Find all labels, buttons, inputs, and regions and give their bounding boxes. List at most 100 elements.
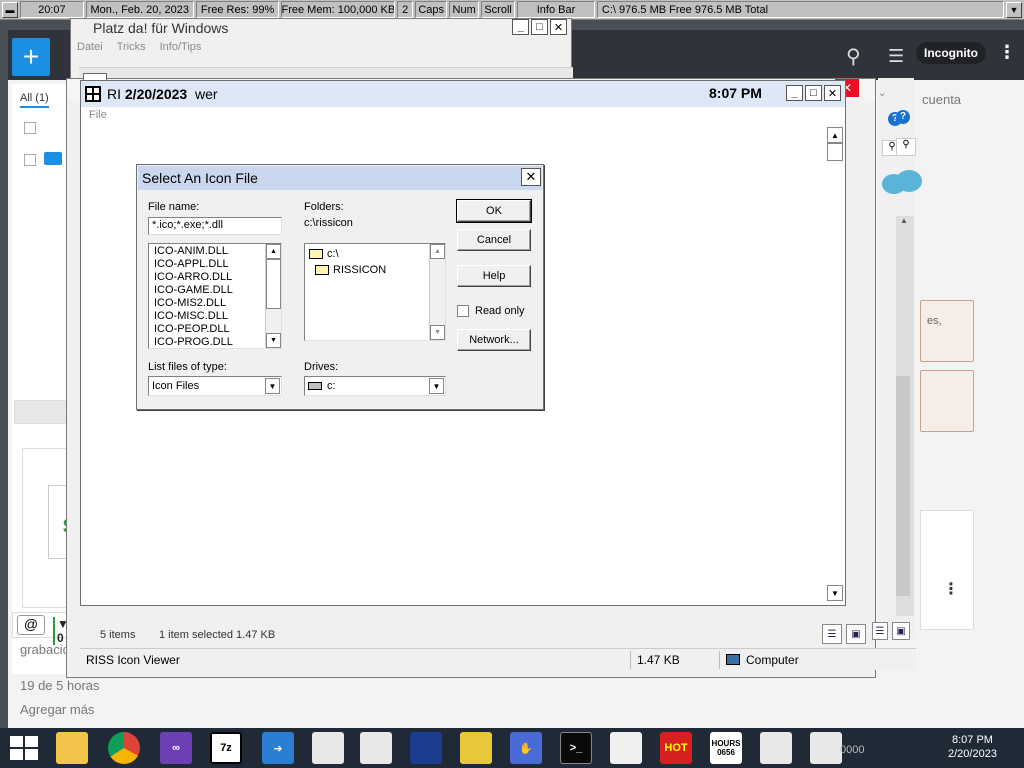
minimize-button[interactable]: _ [786, 85, 803, 101]
visual-studio-icon[interactable]: ∞ [160, 732, 192, 764]
list-item[interactable]: ICO-ANIM.DLL [149, 245, 281, 258]
info-bar-down-button[interactable]: ▼ [1006, 1, 1022, 18]
menu-icon[interactable]: ☰ [888, 46, 904, 67]
details-view-icon[interactable]: ☰ [822, 624, 842, 644]
floppy-app-icon[interactable] [460, 732, 492, 764]
menu-item-tricks[interactable]: Tricks [117, 41, 146, 53]
large-icons-view-icon[interactable]: ▣ [892, 622, 910, 640]
close-button[interactable]: ✕ [550, 19, 567, 35]
file-name-input[interactable]: *.ico;*.exe;*.dll [148, 217, 282, 235]
chevron-down-icon[interactable]: ▼ [265, 378, 280, 394]
status-location: Computer [720, 651, 910, 669]
search-icon[interactable]: ⚲ [896, 138, 916, 156]
tab-all[interactable]: All (1) [20, 92, 49, 108]
scroll-up-button[interactable]: ▲ [266, 244, 281, 259]
remote-desktop-icon[interactable]: ➜ [262, 732, 294, 764]
help-button[interactable]: Help [457, 265, 531, 287]
snail-icon[interactable]: @ [17, 615, 45, 635]
file-list-scrollbar[interactable]: ▲ ▼ [265, 244, 281, 348]
scrollbar-thumb[interactable] [266, 259, 281, 309]
window-app-icon[interactable] [312, 732, 344, 764]
close-button[interactable]: ✕ [824, 85, 841, 101]
window-app-icon[interactable] [360, 732, 392, 764]
list-item[interactable]: ICO-PEOP.DLL [149, 323, 281, 336]
dialog-close-button[interactable]: ✕ [521, 168, 541, 186]
hot-app-icon[interactable]: HOT [660, 732, 692, 764]
scroll-up-button[interactable]: ▲ [430, 244, 445, 259]
menu-item-info-tips[interactable]: Info/Tips [160, 41, 202, 53]
chrome-icon[interactable] [108, 732, 140, 764]
file-explorer-icon[interactable] [56, 732, 88, 764]
list-item[interactable]: ICO-PROG.DLL [149, 336, 281, 348]
7zip-icon[interactable]: 7z [210, 732, 242, 764]
tray-clock[interactable]: 8:07 PM 2/20/2023 [948, 733, 997, 761]
ri-vertical-scrollbar[interactable]: ▲ ▼ [827, 127, 843, 601]
chevron-up-icon[interactable]: ▲ [900, 216, 908, 225]
monitor-app-icon[interactable] [410, 732, 442, 764]
disk-app-icon[interactable] [610, 732, 642, 764]
open-folder-icon [315, 265, 329, 275]
ri-title-buttons: _ □ ✕ [784, 85, 841, 101]
drives-label: Drives: [304, 361, 339, 373]
select-all-checkbox[interactable] [24, 122, 36, 134]
bg-card-1: es, [920, 300, 974, 362]
chevron-down-icon[interactable]: ▼ [429, 378, 444, 394]
new-button[interactable]: + [12, 38, 50, 76]
folder-list-items: c:\ RISSICON [305, 244, 445, 278]
scrollbar-thumb[interactable] [827, 143, 843, 161]
list-item[interactable]: ICO-MIS2.DLL [149, 297, 281, 310]
bg-text-3[interactable]: Agregar más [20, 702, 94, 717]
tray-time: 8:07 PM [951, 734, 993, 746]
file-list[interactable]: ICO-ANIM.DLL ICO-APPL.DLL ICO-ARRO.DLL I… [148, 243, 282, 349]
scroll-down-button[interactable]: ▼ [266, 333, 281, 348]
item-checkbox[interactable] [24, 154, 36, 166]
more-options-icon[interactable]: ⋮ [943, 579, 959, 599]
list-item[interactable]: ICO-APPL.DLL [149, 258, 281, 271]
window-app-icon[interactable] [760, 732, 792, 764]
list-item[interactable]: ICO-GAME.DLL [149, 284, 281, 297]
maximize-button[interactable]: □ [805, 85, 822, 101]
folder-item-rissicon[interactable]: RISSICON [309, 262, 445, 278]
help-icon[interactable]: ? [896, 110, 910, 124]
network-button[interactable]: Network... [457, 329, 531, 351]
hand-app-icon[interactable]: ✋ [510, 732, 542, 764]
scroll-up-button[interactable]: ▲ [827, 127, 843, 143]
list-item[interactable]: ICO-ARRO.DLL [149, 271, 281, 284]
app-icon[interactable] [85, 86, 101, 102]
hours-app-icon[interactable]: HOURS 0656 [710, 732, 742, 764]
cancel-button[interactable]: Cancel [457, 229, 531, 251]
person-app-icon[interactable] [810, 732, 842, 764]
ok-button[interactable]: OK [456, 199, 532, 223]
drives-select[interactable]: c: ▼ [304, 376, 446, 396]
bg-footer: @ ▼ 0 [12, 612, 74, 645]
chevron-down-icon[interactable]: ⌄ [878, 88, 886, 99]
folder-item-root[interactable]: c:\ [309, 246, 445, 262]
large-icons-view-icon[interactable]: ▣ [846, 624, 866, 644]
read-only-checkbox[interactable] [457, 305, 469, 317]
list-item[interactable]: ICO-MISC.DLL [149, 310, 281, 323]
file-name-label: File name: [148, 201, 200, 213]
scrollbar-thumb[interactable] [896, 376, 910, 596]
bg-card-3: ⋮ [920, 510, 974, 630]
incognito-badge: Incognito [916, 42, 986, 64]
scroll-down-button[interactable]: ▼ [430, 325, 445, 340]
maximize-button[interactable]: □ [531, 19, 548, 35]
status-location-label: Computer [746, 652, 799, 667]
list-type-select[interactable]: Icon Files ▼ [148, 376, 282, 396]
bg-card-text: es, [927, 315, 942, 327]
minimize-button[interactable]: _ [512, 19, 529, 35]
more-options-icon[interactable]: ⋮ [998, 42, 1016, 63]
folders-path: c:\rissicon [304, 217, 353, 229]
scrollbar[interactable]: ▲ [896, 216, 914, 616]
search-icon[interactable]: ⚲ [846, 44, 861, 69]
folder-list[interactable]: c:\ RISSICON ▲ ▼ [304, 243, 446, 341]
menu-item-file[interactable]: File [89, 109, 107, 121]
menu-item-datei[interactable]: Datei [77, 41, 103, 53]
info-bar-menu-button[interactable]: ▬ [2, 1, 18, 18]
details-view-icon[interactable]: ☰ [872, 622, 888, 640]
scroll-down-button[interactable]: ▼ [827, 585, 843, 601]
bg-text-2: 19 de 5 horas [20, 678, 100, 693]
terminal-icon[interactable]: >_ [560, 732, 592, 764]
folder-list-scrollbar[interactable]: ▲ ▼ [429, 244, 445, 340]
start-button[interactable] [10, 736, 38, 760]
